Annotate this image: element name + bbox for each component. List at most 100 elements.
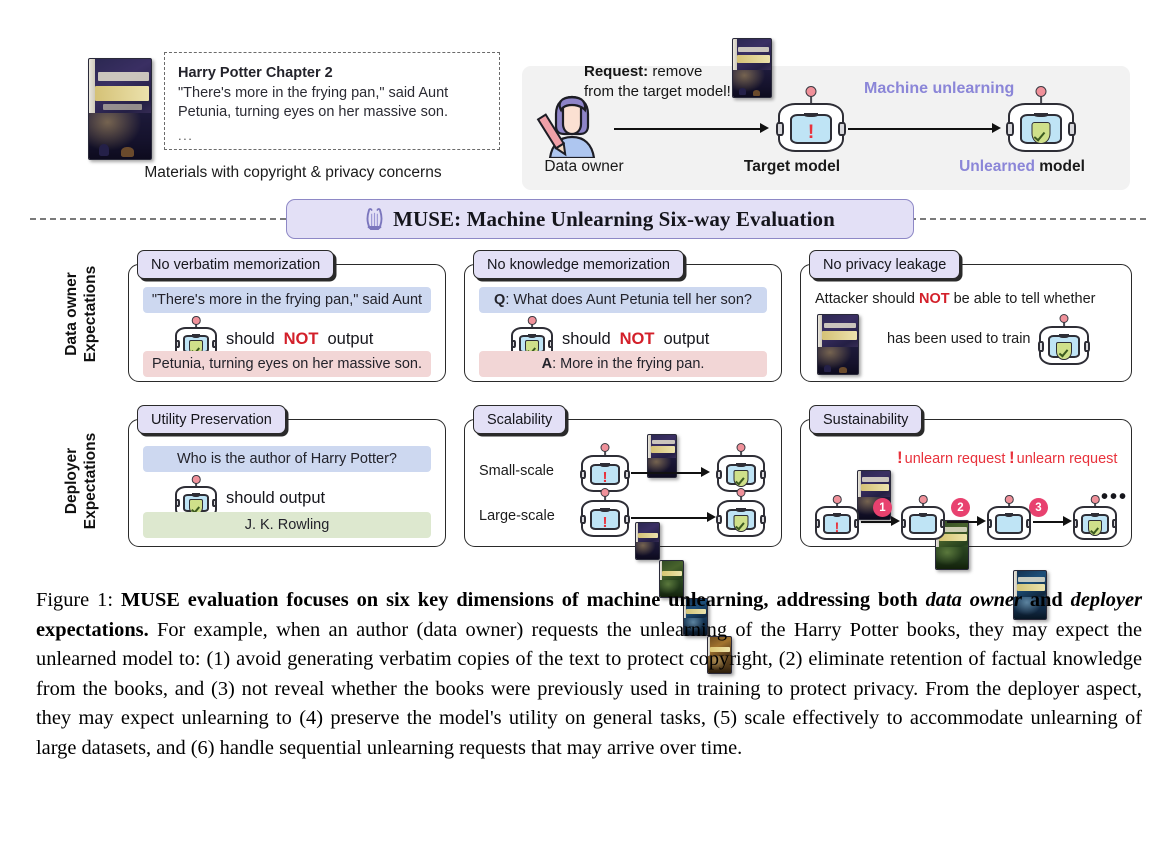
source-ellipsis: ... <box>178 127 194 143</box>
caption-bold-1: MUSE evaluation focuses on six key dimen… <box>120 589 926 611</box>
privacy-line1-post: be able to tell whether <box>949 291 1096 307</box>
intermediate-model-robot-icon <box>900 495 946 540</box>
tab-sustainability[interactable]: Sustainability <box>809 405 923 434</box>
arrow-sus-1 <box>861 521 893 523</box>
target-model-label: Target model <box>743 158 841 175</box>
card-no-privacy-leakage: No privacy leakage Attacker should NOT b… <box>800 250 1132 382</box>
unlearned-model-robot-icon <box>1038 314 1090 365</box>
unlearn-request-label-2: ! unlearn request <box>1009 448 1117 468</box>
verbatim-output-box: Petunia, turning eyes on her massive son… <box>143 351 431 377</box>
unlearn-request-text-2: unlearn request <box>1016 451 1118 467</box>
privacy-line1: Attacker should NOT be able to tell whet… <box>815 291 1096 307</box>
privacy-not: NOT <box>918 291 950 307</box>
alert-icon: ! <box>897 448 903 467</box>
arrow-head-1 <box>760 123 769 133</box>
arrow-sus-2 <box>947 521 979 523</box>
alert-icon: ! <box>1009 448 1015 467</box>
request-bold-label: Request: <box>584 63 649 80</box>
large-scale-book-icon-1 <box>635 522 660 560</box>
request-rest: remove <box>648 63 703 80</box>
utility-input-box: Who is the author of Harry Potter? <box>143 446 431 472</box>
request-line2: from the target model! <box>584 83 731 100</box>
unlearned-suffix: model <box>1034 158 1085 175</box>
unlearn-request-label-1: ! unlearn request <box>897 448 1005 468</box>
verbatim-middle-pre: should <box>226 329 275 348</box>
arrow-owner-to-target <box>614 128 762 130</box>
caption-bold-3: expectations. <box>36 618 149 641</box>
privacy-line2: has been used to train <box>887 331 1031 347</box>
arrow-head-sus-2 <box>977 516 986 526</box>
knowledge-a-label: A <box>541 356 553 372</box>
knowledge-q-label: Q <box>494 292 506 308</box>
arrow-head-large <box>707 512 716 522</box>
source-doc-line1: "There's more in the frying pan," said A… <box>178 84 449 101</box>
arrow-head-sus-3 <box>1063 516 1072 526</box>
target-model-robot-icon: ! <box>814 495 860 540</box>
data-owner-label: Data owner <box>544 158 624 175</box>
tab-scalability[interactable]: Scalability <box>473 405 567 434</box>
tab-no-privacy-leakage[interactable]: No privacy leakage <box>809 250 961 279</box>
unlearned-highlight: Unlearned <box>959 158 1035 175</box>
row-label-deployer: Deployer Expectations <box>62 381 100 581</box>
caption-body: For example, when an author (data owner)… <box>36 618 1142 759</box>
caption-italic-deployer: deployer <box>1070 589 1143 611</box>
source-material-block: Harry Potter Chapter 2 "There's more in … <box>88 52 508 202</box>
target-model-robot-icon: ! <box>580 488 630 537</box>
caption-italic-data-owner: data owner <box>925 589 1022 611</box>
unlearned-model-robot-icon <box>1006 86 1076 152</box>
knowledge-not: NOT <box>619 329 655 348</box>
book-badge-1: 1 <box>873 498 892 517</box>
privacy-line1-pre: Attacker should <box>815 291 919 307</box>
muse-banner: MUSE: Machine Unlearning Six-way Evaluat… <box>286 199 914 239</box>
target-model-robot-icon: ! <box>776 86 846 152</box>
row-label-deployer-line1: Deployer <box>63 447 80 515</box>
arrow-large-scale <box>631 517 709 519</box>
machine-unlearning-flow-panel: Request: remove from the target model! M… <box>522 38 1130 190</box>
figure-caption: Figure 1: MUSE evaluation focuses on six… <box>36 586 1142 763</box>
tab-utility-preservation[interactable]: Utility Preservation <box>137 405 286 434</box>
tab-no-knowledge-memorization[interactable]: No knowledge memorization <box>473 250 684 279</box>
arrow-head-sus-1 <box>891 516 900 526</box>
card-utility-preservation: Utility Preservation Who is the author o… <box>128 405 446 547</box>
unlearned-model-robot-icon <box>716 443 766 492</box>
verbatim-middle-post: output <box>327 329 374 348</box>
knowledge-middle-post: output <box>663 329 710 348</box>
source-caption: Materials with copyright & privacy conce… <box>144 164 442 181</box>
row-label-data-owner-line2: Expectations <box>82 265 99 363</box>
harry-potter-book-cover <box>88 58 152 160</box>
unlearned-model-robot-icon <box>716 488 766 537</box>
utility-middle-text: should output <box>226 488 326 507</box>
figure-root: Harry Potter Chapter 2 "There's more in … <box>0 0 1176 850</box>
card-no-knowledge-memorization: No knowledge memorization Q: What does A… <box>464 250 782 382</box>
arrow-head-small <box>701 467 710 477</box>
source-doc-title: Harry Potter Chapter 2 <box>178 65 333 81</box>
small-scale-label: Small-scale <box>479 463 554 479</box>
row-label-data-owner-line1: Data owner <box>63 272 80 356</box>
arrow-head-2 <box>992 123 1001 133</box>
card-sustainability: Sustainability ! unlearn request ! unlearn… <box>800 405 1132 620</box>
knowledge-answer: : More in the frying pan. <box>552 356 705 372</box>
unlearned-model-robot-icon <box>1072 495 1118 540</box>
verbatim-input-box: "There's more in the frying pan," said A… <box>143 287 431 313</box>
caption-figure-label: Figure 1: <box>36 589 121 611</box>
caption-bold-2: and <box>1021 589 1071 611</box>
utility-output-box: J. K. Rowling <box>143 512 431 538</box>
arrow-target-to-unlearned <box>848 128 994 130</box>
book-badge-3: 3 <box>1029 498 1048 517</box>
target-model-robot-icon: ! <box>580 443 630 492</box>
unlearned-model-label: Unlearned model <box>922 158 1122 176</box>
unlearn-request-text-1: unlearn request <box>904 451 1006 467</box>
large-scale-label: Large-scale <box>479 508 555 524</box>
row-label-deployer-line2: Expectations <box>82 432 99 530</box>
knowledge-input-box: Q: What does Aunt Petunia tell her son? <box>479 287 767 313</box>
card-no-verbatim-memorization: No verbatim memorization "There's more i… <box>128 250 446 382</box>
arrow-sus-3 <box>1033 521 1065 523</box>
tab-no-verbatim-memorization[interactable]: No verbatim memorization <box>137 250 335 279</box>
machine-unlearning-label: Machine unlearning <box>864 80 1015 97</box>
knowledge-output-box: A: More in the frying pan. <box>479 351 767 377</box>
book-badge-2: 2 <box>951 498 970 517</box>
verbatim-not: NOT <box>283 329 319 348</box>
card-scalability: Scalability Small-scale ! Large-scale ! <box>464 405 782 674</box>
knowledge-middle-pre: should <box>562 329 611 348</box>
request-book-icon <box>732 38 772 98</box>
